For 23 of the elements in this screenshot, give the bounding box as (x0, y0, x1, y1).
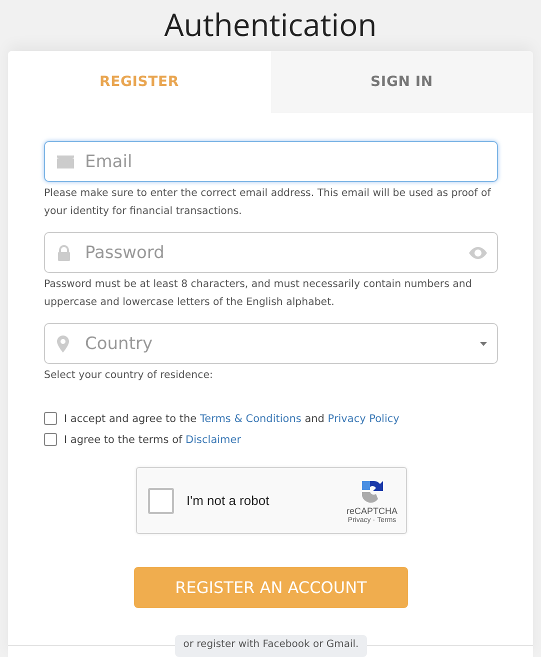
location-pin-icon (57, 335, 69, 352)
link[interactable]: Privacy Policy (328, 412, 400, 424)
captcha-label: I'm not a robot (186, 493, 270, 508)
page-title: Authentication (163, 3, 378, 48)
captcha-checkbox[interactable] (148, 488, 174, 514)
tab[interactable]: SIGN IN (270, 51, 533, 113)
agreement-text: I accept and agree to the Terms & Conditions and Privacy Policy (64, 412, 400, 424)
checkbox[interactable] (44, 433, 57, 446)
agreement-text: I agree to the terms of Disclaimer (64, 434, 242, 446)
password-field[interactable]: Password (44, 232, 498, 273)
link[interactable]: Terms & Conditions (200, 412, 302, 424)
lock-icon (57, 244, 71, 260)
field-hint: Please make sure to enter the correct email address. This email will be used as proof of your identity for financial transactions. (44, 187, 492, 219)
link[interactable]: Disclaimer (186, 434, 242, 446)
caret-icon (480, 342, 487, 346)
field-hint: Select your country of residence: (44, 369, 214, 383)
envelope-icon (57, 155, 74, 168)
field-hint: Password must be at least 8 characters, and must necessarily contain numbers and uppercase and lowercase letters of the English alphabet. (44, 278, 473, 310)
captcha-brand: reCAPTCHA (346, 506, 398, 516)
checkbox[interactable] (44, 412, 57, 425)
email-field[interactable]: Email (44, 141, 498, 182)
country-select[interactable]: Country (44, 323, 498, 364)
social-note: or register with Facebook or Gmail. (175, 635, 367, 657)
